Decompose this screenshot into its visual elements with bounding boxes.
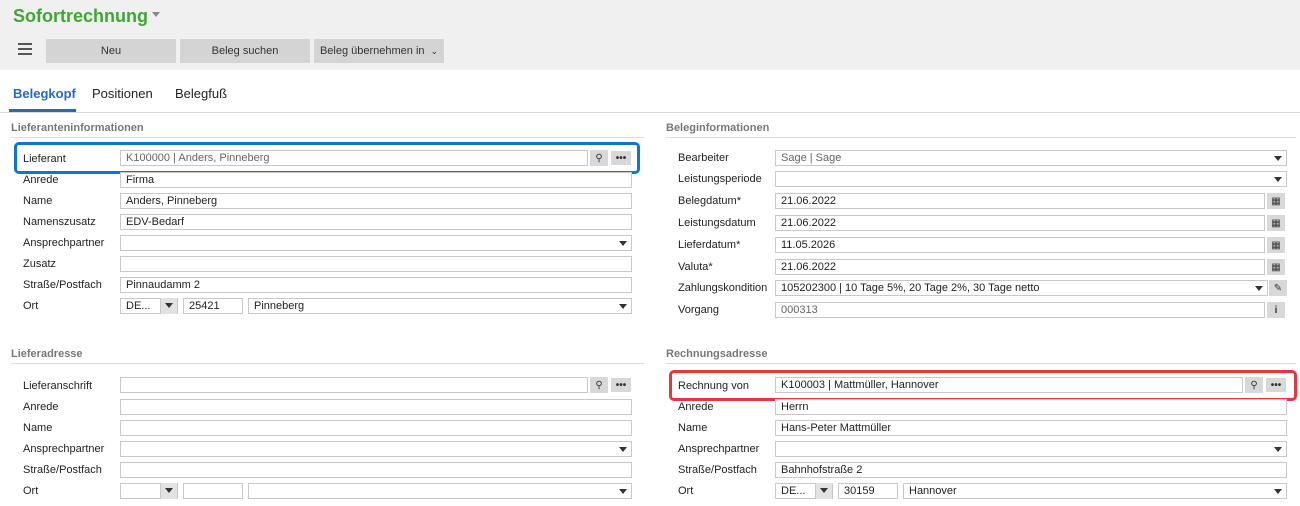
- contact-person-select[interactable]: [120, 235, 632, 251]
- chevron-down-icon[interactable]: [160, 483, 177, 499]
- new-button[interactable]: Neu: [46, 39, 176, 63]
- tab-belegfuss[interactable]: Belegfuß: [175, 86, 227, 101]
- name-suffix-field[interactable]: EDV-Bedarf: [120, 214, 632, 230]
- info-icon[interactable]: i: [1267, 302, 1285, 318]
- delivery-address-section-title: Lieferadresse: [11, 348, 83, 360]
- invoice-name-field[interactable]: Hans-Peter Mattmüller: [775, 420, 1287, 436]
- delivery-street-label: Straße/Postfach: [23, 464, 102, 476]
- addition-label: Zusatz: [23, 258, 57, 270]
- document-date-field[interactable]: 21.06.2022: [775, 193, 1265, 209]
- salutation-field[interactable]: Firma: [120, 172, 632, 188]
- delivery-search-icon[interactable]: ⚲: [590, 377, 608, 393]
- delivery-name-label: Name: [23, 422, 53, 434]
- hamburger-menu-icon[interactable]: [18, 43, 32, 57]
- invoice-name-label: Name: [678, 422, 708, 434]
- invoice-city-select[interactable]: Hannover: [903, 483, 1287, 499]
- divider: [11, 363, 644, 364]
- street-label: Straße/Postfach: [23, 279, 102, 291]
- search-document-button[interactable]: Beleg suchen: [180, 39, 310, 63]
- tab-positionen[interactable]: Positionen: [92, 86, 153, 101]
- calendar-icon[interactable]: ▦: [1267, 259, 1285, 275]
- service-period-label: Leistungsperiode: [678, 173, 762, 185]
- supplier-highlight-box: [14, 142, 640, 174]
- document-info-section-title: Beleginformationen: [666, 122, 770, 134]
- delivery-city-select[interactable]: [248, 483, 632, 499]
- service-date-field[interactable]: 21.06.2022: [775, 215, 1265, 231]
- page-title: Sofortrechnung: [13, 6, 148, 26]
- service-date-label: Leistungsdatum: [678, 217, 756, 229]
- chevron-down-icon[interactable]: [160, 298, 177, 314]
- pencil-icon[interactable]: ✎: [1269, 280, 1287, 296]
- adopt-document-button[interactable]: Beleg übernehmen in ⌄: [314, 39, 444, 63]
- editor-label: Bearbeiter: [678, 152, 729, 164]
- delivery-address-label: Lieferanschrift: [23, 380, 93, 392]
- payment-terms-label: Zahlungskondition: [678, 282, 768, 294]
- invoice-salutation-field[interactable]: Herrn: [775, 399, 1287, 415]
- adopt-document-label: Beleg übernehmen in: [319, 45, 425, 57]
- title-dropdown-icon[interactable]: [152, 12, 160, 17]
- invoice-highlight-box: [669, 370, 1297, 401]
- invoice-street-label: Straße/Postfach: [678, 464, 757, 476]
- service-period-select[interactable]: [775, 171, 1287, 187]
- calendar-icon[interactable]: ▦: [1267, 215, 1285, 231]
- invoice-salutation-label: Anrede: [678, 401, 714, 413]
- invoice-address-section-title: Rechnungsadresse: [666, 348, 768, 360]
- invoice-contact-select[interactable]: [775, 441, 1287, 457]
- city-select[interactable]: Pinneberg: [248, 298, 632, 314]
- contact-person-label: Ansprechpartner: [23, 237, 105, 249]
- value-date-field[interactable]: 21.06.2022: [775, 259, 1265, 275]
- divider: [11, 137, 644, 138]
- value-date-label: Valuta*: [678, 261, 713, 273]
- delivery-address-field[interactable]: [120, 377, 588, 393]
- delivery-more-icon[interactable]: •••: [611, 378, 631, 392]
- process-field: 000313: [775, 302, 1265, 318]
- tab-belegkopf[interactable]: Belegkopf: [13, 86, 76, 101]
- invoice-street-field[interactable]: Bahnhofstraße 2: [775, 462, 1287, 478]
- editor-select[interactable]: Sage | Sage: [775, 150, 1287, 166]
- delivery-street-field[interactable]: [120, 462, 632, 478]
- chevron-down-icon: ⌄: [430, 45, 439, 56]
- delivery-contact-select[interactable]: [120, 441, 632, 457]
- delivery-zip-field[interactable]: [183, 483, 243, 499]
- name-label: Name: [23, 195, 53, 207]
- divider: [666, 363, 1296, 364]
- invoice-city-label: Ort: [678, 485, 694, 497]
- salutation-label: Anrede: [23, 174, 59, 186]
- delivery-salutation-label: Anrede: [23, 401, 59, 413]
- calendar-icon[interactable]: ▦: [1267, 193, 1285, 209]
- active-tab-indicator: [9, 109, 76, 112]
- invoice-zip-field[interactable]: 30159: [838, 483, 898, 499]
- delivery-contact-label: Ansprechpartner: [23, 443, 105, 455]
- delivery-date-label: Lieferdatum*: [678, 239, 741, 251]
- zip-field[interactable]: 25421: [183, 298, 243, 314]
- calendar-icon[interactable]: ▦: [1267, 237, 1285, 253]
- document-date-label: Belegdatum*: [678, 195, 741, 207]
- invoice-contact-label: Ansprechpartner: [678, 443, 760, 455]
- name-field[interactable]: Anders, Pinneberg: [120, 193, 632, 209]
- divider: [666, 137, 1296, 138]
- delivery-salutation-field[interactable]: [120, 399, 632, 415]
- payment-terms-select[interactable]: 105202300 | 10 Tage 5%, 20 Tage 2%, 30 T…: [775, 280, 1268, 296]
- addition-field[interactable]: [120, 256, 632, 272]
- supplier-section-title: Lieferanteninformationen: [11, 122, 144, 134]
- street-field[interactable]: Pinnaudamm 2: [120, 277, 632, 293]
- delivery-date-field[interactable]: 11.05.2026: [775, 237, 1265, 253]
- chevron-down-icon[interactable]: [815, 483, 832, 499]
- delivery-city-label: Ort: [23, 485, 39, 497]
- name-suffix-label: Namenszusatz: [23, 216, 96, 228]
- process-label: Vorgang: [678, 304, 719, 316]
- delivery-name-field[interactable]: [120, 420, 632, 436]
- city-label: Ort: [23, 300, 39, 312]
